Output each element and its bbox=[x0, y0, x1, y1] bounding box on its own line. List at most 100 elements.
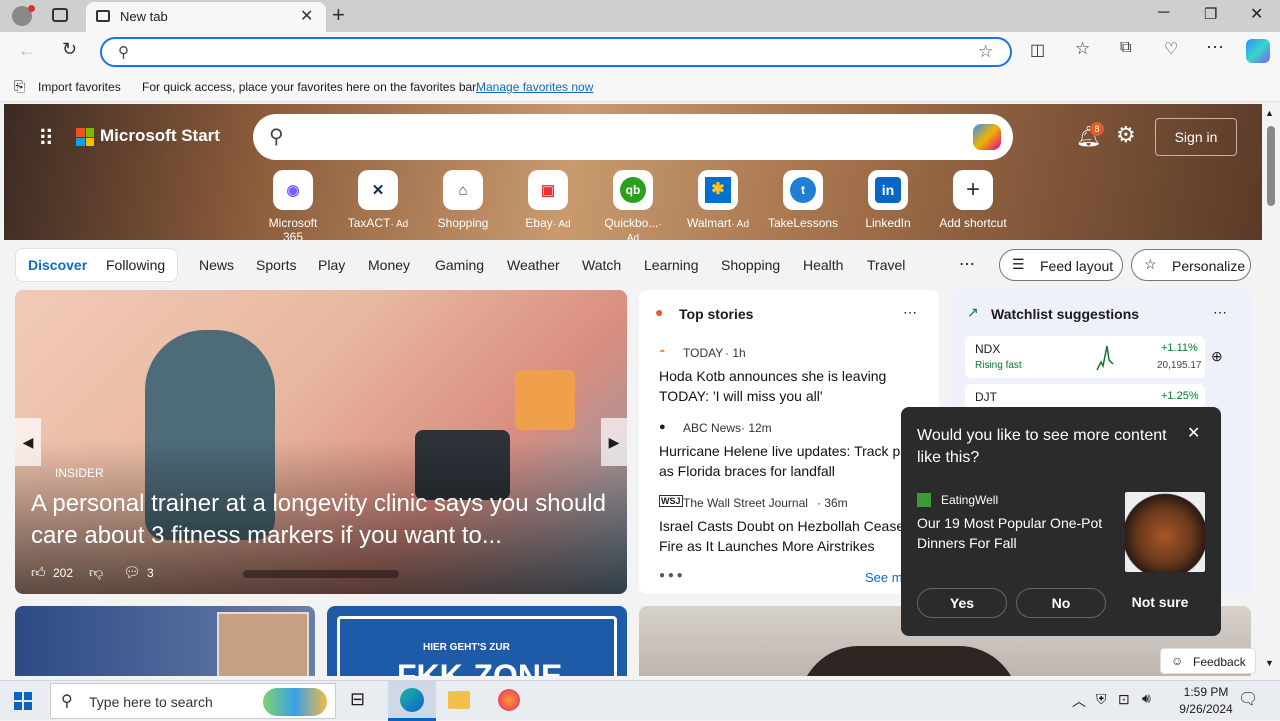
nav-learning[interactable]: Learning bbox=[644, 257, 699, 273]
volume-icon[interactable]: 🔊︎ bbox=[1142, 690, 1151, 707]
story-title[interactable]: Israel Casts Doubt on Hezbollah Cease Fi… bbox=[659, 516, 925, 556]
task-view-icon[interactable]: ⊟ bbox=[350, 689, 365, 710]
windows-start-icon[interactable] bbox=[14, 692, 32, 710]
nav-watch[interactable]: Watch bbox=[582, 257, 621, 273]
security-tray-icon[interactable]: ⛨ bbox=[1096, 691, 1107, 708]
tab-new-tab[interactable]: New tab ✕ bbox=[86, 2, 326, 32]
settings-gear-icon[interactable]: ⚙ bbox=[1116, 122, 1136, 148]
comment-icon[interactable]: 💬︎ bbox=[123, 564, 141, 581]
add-stock-icon[interactable]: ⊕ bbox=[1211, 348, 1223, 365]
news-card-photo[interactable] bbox=[15, 606, 315, 676]
ad-label: · Ad bbox=[390, 219, 409, 230]
pagination-dots: ● ● ● bbox=[659, 570, 683, 581]
shortcut-takelessons[interactable]: t TakeLessons bbox=[768, 170, 838, 230]
yes-button[interactable]: Yes bbox=[917, 588, 1007, 618]
nav-play[interactable]: Play bbox=[318, 257, 345, 273]
tab-following[interactable]: Following bbox=[106, 257, 165, 273]
refresh-button[interactable]: ↻ bbox=[62, 39, 77, 60]
top-stories-title: Top stories bbox=[679, 306, 754, 322]
close-window-button[interactable]: ✕ bbox=[1250, 4, 1263, 24]
web-search-box[interactable]: ⚲ bbox=[253, 114, 1013, 160]
scroll-up-arrow[interactable]: ▲ bbox=[1265, 108, 1274, 118]
app-launcher-icon[interactable]: ⠿ bbox=[38, 126, 54, 152]
popup-article-title[interactable]: Our 19 Most Popular One-Pot Dinners For … bbox=[917, 513, 1117, 553]
feature-story-card[interactable]: ◀ ▶ INSIDER A personal trainer at a long… bbox=[15, 290, 627, 594]
network-icon[interactable]: ⊡ bbox=[1118, 691, 1130, 708]
tab-actions-icon[interactable] bbox=[52, 8, 68, 22]
favorites-icon[interactable]: ☆ bbox=[1075, 39, 1090, 59]
show-hidden-icons[interactable]: ︿ bbox=[1072, 691, 1086, 711]
copilot-icon[interactable] bbox=[973, 124, 1001, 150]
shortcut-add[interactable]: + Add shortcut bbox=[938, 170, 1008, 230]
brand-title[interactable]: Microsoft Start bbox=[100, 126, 220, 146]
story-title[interactable]: Hurricane Helene live updates: Track pa … bbox=[659, 441, 925, 481]
new-tab-button[interactable]: + bbox=[332, 2, 345, 28]
more-options-icon[interactable]: ⋯ bbox=[903, 304, 917, 321]
restore-button[interactable]: ❐ bbox=[1204, 5, 1217, 23]
dislike-icon[interactable]: 👎︎ bbox=[89, 564, 103, 581]
page-scrollbar[interactable]: ▲ ▼ bbox=[1262, 104, 1280, 676]
nav-travel[interactable]: Travel bbox=[867, 257, 905, 273]
clock-date[interactable]: 9/26/2024 bbox=[1166, 702, 1246, 716]
nav-weather[interactable]: Weather bbox=[507, 257, 560, 273]
shortcut-taxact[interactable]: ✕ TaxACT· Ad bbox=[343, 170, 413, 230]
shortcut-linkedin[interactable]: in LinkedIn bbox=[853, 170, 923, 230]
nav-sports[interactable]: Sports bbox=[256, 257, 296, 273]
microsoft-365-icon: ◉ bbox=[273, 170, 313, 210]
nav-shopping[interactable]: Shopping bbox=[721, 257, 780, 273]
split-screen-icon[interactable]: ◫ bbox=[1030, 40, 1045, 60]
shortcut-quickbooks[interactable]: qb Quickbo...· Ad bbox=[598, 170, 668, 244]
carousel-prev-button[interactable]: ◀ bbox=[15, 418, 41, 466]
more-options-icon[interactable]: ⋯ bbox=[1213, 304, 1227, 321]
clock-time[interactable]: 1:59 PM bbox=[1176, 685, 1236, 699]
nav-health[interactable]: Health bbox=[803, 257, 843, 273]
feed-layout-button[interactable]: ☰ Feed layout bbox=[999, 249, 1123, 281]
manage-favorites-link[interactable]: Manage favorites now bbox=[476, 80, 593, 94]
shortcut-microsoft-365[interactable]: ◉ Microsoft 365 bbox=[258, 170, 328, 244]
copilot-icon[interactable] bbox=[1246, 39, 1270, 63]
shortcut-shopping[interactable]: ⌂ Shopping bbox=[428, 170, 498, 230]
watchlist-row[interactable]: NDX Rising fast +1.11% 20,195.17 bbox=[965, 336, 1205, 378]
scroll-down-arrow[interactable]: ▼ bbox=[1265, 658, 1274, 668]
edge-taskbar-icon[interactable] bbox=[388, 681, 436, 721]
back-button[interactable]: ← bbox=[18, 40, 36, 61]
stock-price: 20,195.17 bbox=[1157, 360, 1202, 371]
news-card-fkk[interactable]: HIER GEHT'S ZUR FKK-ZONE bbox=[327, 606, 627, 676]
story-headline[interactable]: A personal trainer at a longevity clinic… bbox=[31, 488, 611, 552]
like-icon[interactable]: 👍︎ bbox=[31, 564, 46, 581]
nav-news[interactable]: News bbox=[199, 257, 234, 273]
url-input[interactable] bbox=[146, 42, 966, 62]
firefox-icon[interactable] bbox=[498, 689, 520, 711]
scroll-thumb[interactable] bbox=[1267, 126, 1275, 206]
carousel-dots bbox=[243, 570, 399, 578]
address-bar[interactable]: ⚲ ☆ bbox=[100, 37, 1012, 67]
feedback-label: Feedback bbox=[1193, 655, 1246, 669]
no-button[interactable]: No bbox=[1016, 588, 1106, 618]
tab-discover[interactable]: Discover bbox=[28, 257, 87, 273]
add-favorite-icon[interactable]: ☆ bbox=[978, 42, 993, 62]
settings-more-icon[interactable]: ⋯ bbox=[1206, 37, 1224, 58]
feedback-button[interactable]: ☺ Feedback bbox=[1160, 648, 1256, 674]
more-categories-icon[interactable]: ⋯ bbox=[959, 254, 975, 274]
linkedin-icon: in bbox=[868, 170, 908, 210]
import-favorites-link[interactable]: Import favorites bbox=[38, 80, 121, 94]
nav-money[interactable]: Money bbox=[368, 257, 410, 273]
personalize-button[interactable]: ☆ Personalize bbox=[1131, 249, 1251, 281]
shortcut-walmart[interactable]: ✱ Walmart· Ad bbox=[683, 170, 753, 230]
carousel-next-button[interactable]: ▶ bbox=[601, 418, 627, 466]
file-explorer-icon[interactable] bbox=[448, 691, 470, 709]
close-tab-icon[interactable]: ✕ bbox=[300, 6, 313, 26]
close-popup-icon[interactable]: ✕ bbox=[1187, 423, 1200, 443]
shortcut-ebay[interactable]: ▣ Ebay· Ad bbox=[513, 170, 583, 230]
sign-in-button[interactable]: Sign in bbox=[1155, 118, 1237, 156]
nav-gaming[interactable]: Gaming bbox=[435, 257, 484, 273]
not-sure-button[interactable]: Not sure bbox=[1115, 588, 1205, 618]
watchlist-row[interactable]: DJT +1.25% bbox=[965, 384, 1205, 408]
notifications-center-icon[interactable]: 🗨︎ bbox=[1238, 689, 1258, 709]
see-more-link[interactable]: See m bbox=[865, 570, 903, 585]
minimize-button[interactable]: ─ bbox=[1158, 4, 1169, 22]
taskbar-search-box[interactable]: ⚲ Type here to search bbox=[50, 683, 336, 719]
story-title[interactable]: Hoda Kotb announces she is leaving TODAY… bbox=[659, 366, 929, 406]
collections-icon[interactable]: ⧉ bbox=[1120, 39, 1131, 57]
browser-essentials-icon[interactable]: ♡ bbox=[1164, 39, 1178, 59]
